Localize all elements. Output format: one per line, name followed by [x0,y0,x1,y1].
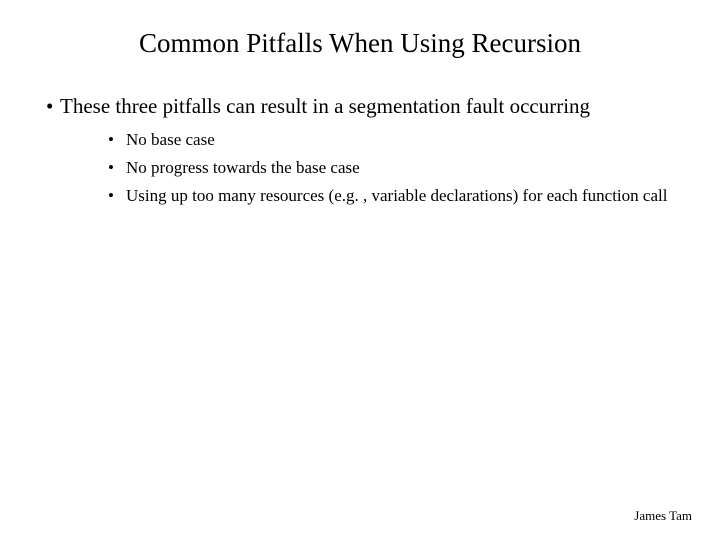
bullet-list-level1: These three pitfalls can result in a seg… [36,93,684,208]
footer-author: James Tam [634,508,692,524]
slide-title: Common Pitfalls When Using Recursion [36,28,684,59]
bullet-lead-text: These three pitfalls can result in a seg… [60,94,590,118]
bullet-list-level2: No base case No progress towards the bas… [60,129,684,207]
bullet-sub-item: No base case [108,129,684,151]
bullet-sub-item: No progress towards the base case [108,157,684,179]
bullet-sub-item: Using up too many resources (e.g. , vari… [108,185,684,207]
slide: Common Pitfalls When Using Recursion The… [0,0,720,540]
bullet-lead: These three pitfalls can result in a seg… [46,93,684,208]
